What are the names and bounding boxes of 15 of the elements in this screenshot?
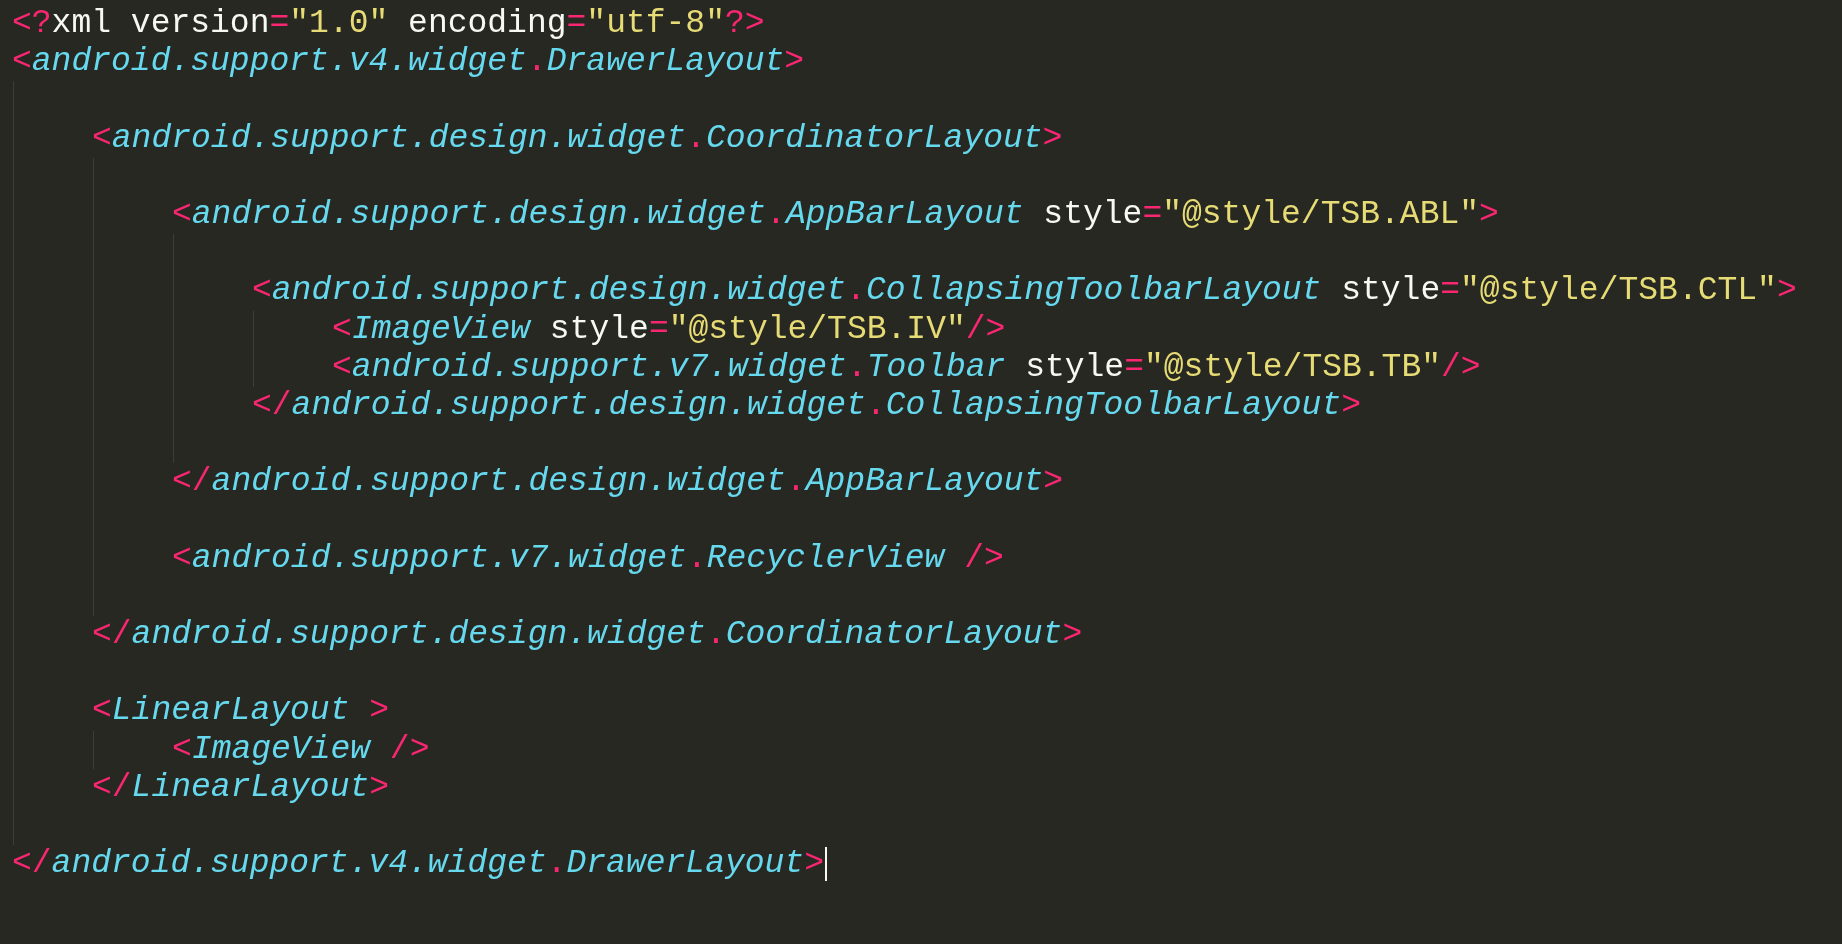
code-line: <android.support.v7.widget.Toolbar style="@style/TSB.TB"/> (332, 348, 1481, 387)
code-line: </android.support.v4.widget.DrawerLayout> (12, 845, 824, 884)
code-line: <android.support.design.widget.AppBarLayout style="@style/TSB.ABL"> (172, 195, 1499, 235)
code-line: <android.support.v7.widget.RecyclerView /> (172, 539, 1004, 578)
code-line: <android.support.design.widget.CoordinatorLayout> (92, 119, 1063, 158)
code-line: </android.support.design.widget.AppBarLayout> (172, 463, 1064, 502)
code-line: </LinearLayout> (92, 768, 390, 807)
code-line: <android.support.v4.widget.DrawerLayout> (12, 43, 805, 82)
code-line: </android.support.design.widget.CoordinatorLayout> (92, 616, 1083, 655)
code-line: <ImageView /> (172, 730, 430, 769)
code-line: <ImageView style="@style/TSB.IV"/> (332, 310, 1006, 349)
code-line: <?xml version="1.0" encoding="utf-8"?> (12, 5, 765, 44)
code-line: <android.support.design.widget.CollapsingToolbarLayout style="@style/TSB.CTL"> (252, 272, 1797, 311)
code-line: <LinearLayout > (92, 692, 390, 731)
code-line: </android.support.design.widget.CollapsingToolbarLayout> (252, 386, 1361, 426)
